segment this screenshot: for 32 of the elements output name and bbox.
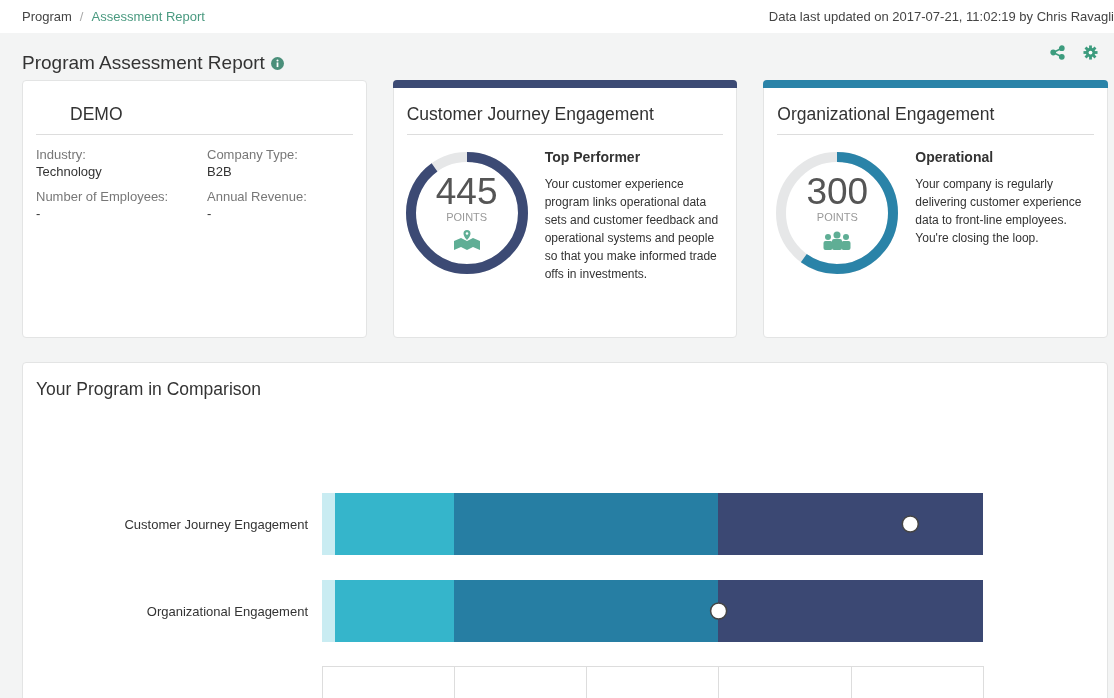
breadcrumb-link[interactable]: Program	[22, 9, 72, 24]
settings-icon[interactable]	[1083, 44, 1098, 60]
breadcrumb-link[interactable]: Assessment Report	[91, 9, 205, 24]
last-updated-text: Data last updated on 2017-07-21, 11:02:19 by Chris Ravagli	[768, 9, 1114, 24]
card-title: Organizational Engagement	[777, 104, 1094, 135]
field-label: Annual Revenue:	[207, 189, 308, 204]
share-icon[interactable]	[1050, 44, 1065, 60]
score-value: 445	[435, 173, 498, 211]
field-value: -	[36, 206, 42, 221]
bar-label: Organizational Engagement	[145, 603, 308, 619]
bar-label: Customer Journey Engagement	[123, 516, 308, 532]
rating-title: Operational	[915, 149, 995, 165]
company-name: DEMO	[36, 104, 353, 135]
rating-description: Your customer experience program links operational data sets and customer feedback and operational systems and people so that you make informed trade offs in investments.	[544, 176, 720, 283]
field-value: B2B	[207, 164, 233, 179]
score-unit: POINTS	[816, 211, 858, 223]
card-title: Customer Journey Engagement	[406, 104, 724, 135]
score-value: 300	[806, 173, 869, 211]
rating-title: Top Performer	[544, 149, 642, 165]
info-icon[interactable]	[270, 56, 284, 70]
score-unit: POINTS	[446, 211, 488, 223]
rating-description: Your company is regularly delivering customer experience data to front-line employees. You're closing the loop.	[915, 176, 1083, 247]
field-label: Number of Employees:	[36, 189, 170, 204]
breadcrumb-separator: /	[79, 9, 84, 24]
page-title: Program Assessment Report	[22, 52, 265, 74]
field-value: -	[207, 206, 213, 221]
field-label: Company Type:	[207, 147, 299, 162]
field-label: Industry:	[36, 147, 87, 162]
panel-title: Your Program in Comparison	[36, 379, 262, 400]
field-value: Technology	[36, 164, 103, 179]
map-icon	[451, 229, 482, 251]
people-icon	[822, 229, 853, 251]
